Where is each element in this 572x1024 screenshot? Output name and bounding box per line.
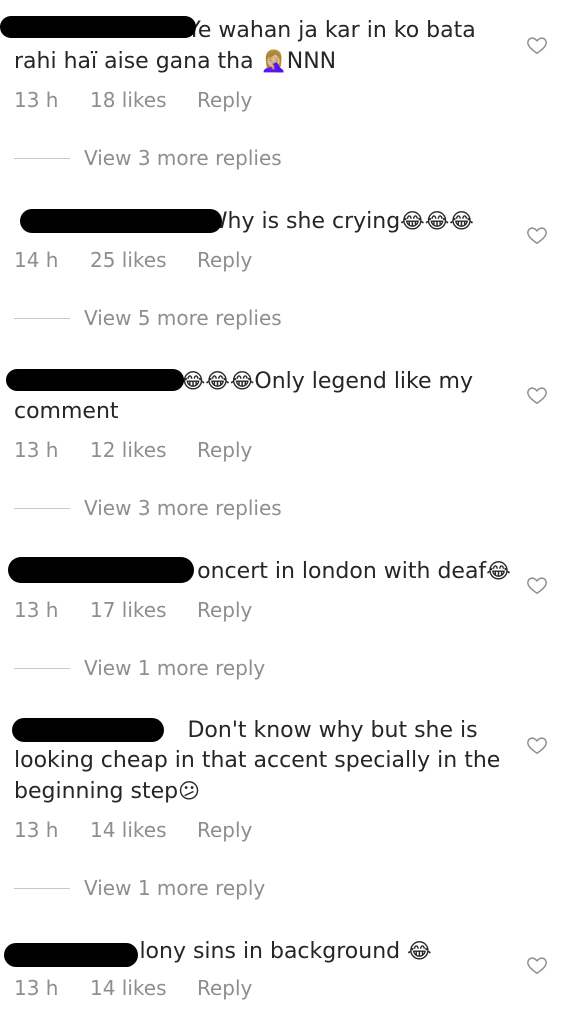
username-redaction [8, 557, 194, 583]
heart-icon[interactable] [526, 224, 548, 246]
divider-line [14, 157, 70, 159]
heart-icon[interactable] [526, 34, 548, 56]
comment-extra: NNN [286, 49, 337, 74]
comment-body: lony sins in background [139, 939, 401, 964]
confused-emoji: 😕 [178, 779, 200, 803]
comment-text: saba_naz_urdhdu Why is she crying😂😂😂 [14, 206, 514, 237]
comment-body: oncert in london with deaf [197, 559, 487, 584]
divider-line [14, 887, 70, 889]
divider-line [14, 317, 70, 319]
view-more-replies[interactable]: View 3 more replies [14, 496, 282, 520]
username-redaction [6, 369, 184, 391]
comment-likes[interactable]: 18 likes [90, 88, 197, 112]
reply-button[interactable]: Reply [197, 248, 252, 272]
comment-username[interactable]: am_hammadcon [8, 557, 197, 587]
reply-button[interactable]: Reply [197, 88, 252, 112]
comment-meta: 14 h 25 likes Reply [14, 248, 494, 272]
reply-button[interactable]: Reply [197, 598, 252, 622]
comment-time: 13 h [14, 88, 59, 112]
comment-text: romy_umer lony sins in background 😂 [4, 936, 514, 967]
reply-button[interactable]: Reply [197, 438, 252, 462]
comment-meta: 13 h 14 likes Reply [14, 818, 494, 842]
username-redaction [12, 718, 164, 742]
laughing-emoji: 😂😂😂 [180, 369, 255, 393]
comment-time: 13 h [14, 976, 59, 1000]
view-more-replies[interactable]: View 1 more reply [14, 876, 265, 900]
comment-username[interactable]: atirfatiofficial [6, 367, 184, 397]
comment-username[interactable]: romy_umer [4, 937, 139, 967]
view-more-replies[interactable]: View 1 more reply [14, 656, 265, 680]
heart-icon[interactable] [526, 574, 548, 596]
laughing-emoji: 😂 [486, 559, 511, 583]
comment-time: 13 h [14, 598, 59, 622]
comment-meta: 13 h 17 likes Reply [14, 598, 494, 622]
heart-icon[interactable] [526, 954, 548, 976]
comment-text: lamoyoumamat Ye wahan ja kar in ko bata … [0, 16, 514, 77]
comment-likes[interactable]: 25 likes [90, 248, 197, 272]
comment-username[interactable]: hifsa_naz_hifsa [12, 716, 180, 746]
divider-line [14, 507, 70, 509]
heart-icon[interactable] [526, 384, 548, 406]
facepalm-emoji: 🤦🏼‍♀️ [260, 49, 287, 73]
reply-button[interactable]: Reply [197, 818, 252, 842]
comment-likes[interactable]: 14 likes [90, 976, 197, 1000]
comment-time: 13 h [14, 438, 59, 462]
view-more-replies[interactable]: View 5 more replies [14, 306, 282, 330]
comment-meta: 13 h 14 likes Reply [14, 976, 494, 1000]
comment-body: Why is she crying [205, 209, 401, 234]
comment-time: 14 h [14, 248, 59, 272]
comment-text: atirfatiofficial 1 😂😂😂Only legend like m… [6, 366, 514, 427]
reply-button[interactable]: Reply [197, 976, 252, 1000]
comment-meta: 13 h 18 likes Reply [14, 88, 494, 112]
comment-username[interactable]: lamoyoumamat [0, 16, 196, 46]
comment-likes[interactable]: 14 likes [90, 818, 197, 842]
comment-likes[interactable]: 17 likes [90, 598, 197, 622]
comment-username[interactable]: saba_naz_urdhdu [14, 207, 222, 237]
comment-text: am_hammadcon oncert in london with deaf😂 [8, 556, 514, 587]
username-redaction [20, 209, 222, 233]
comment-likes[interactable]: 12 likes [90, 438, 197, 462]
laughing-emoji: 😂 [407, 939, 432, 963]
comment-time: 13 h [14, 818, 59, 842]
view-more-replies[interactable]: View 3 more replies [14, 146, 282, 170]
heart-icon[interactable] [526, 734, 548, 756]
laughing-emoji: 😂😂😂 [400, 209, 474, 233]
username-redaction [0, 16, 196, 38]
username-redaction [4, 943, 138, 967]
comment-text: hifsa_naz_hifsa Don't know why but she i… [12, 716, 514, 807]
divider-line [14, 667, 70, 669]
comment-meta: 13 h 12 likes Reply [14, 438, 494, 462]
